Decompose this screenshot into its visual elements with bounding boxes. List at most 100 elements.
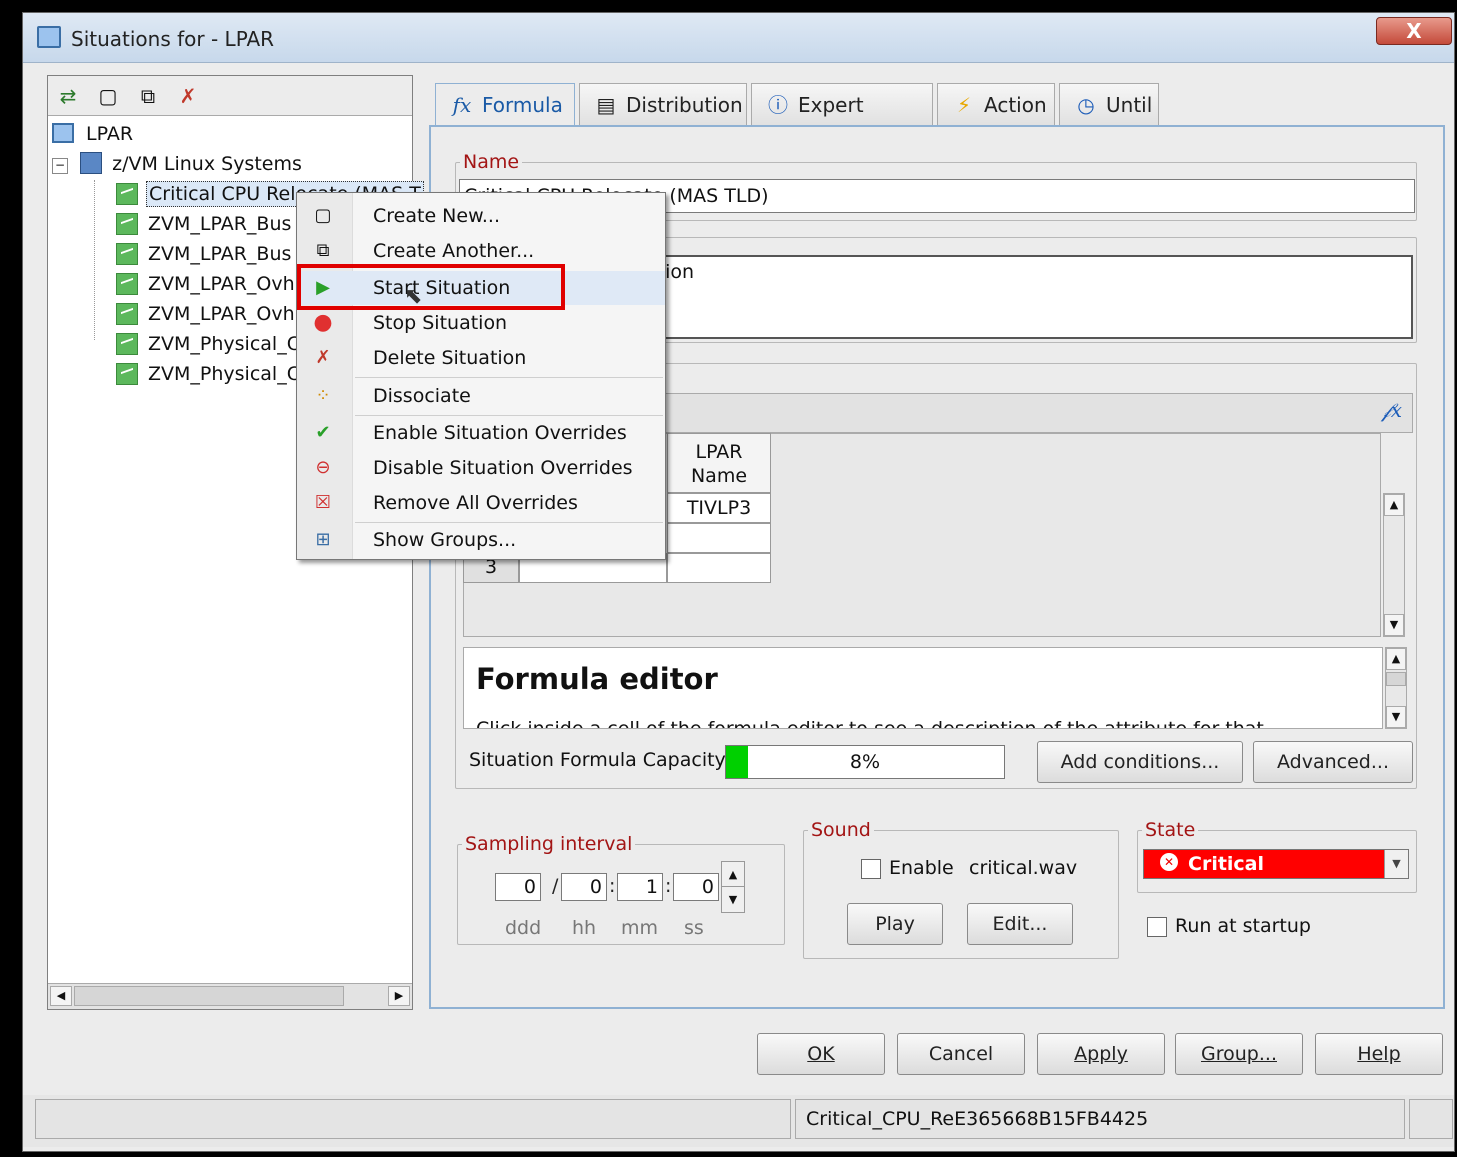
delete-icon: ✗ — [315, 347, 331, 368]
system-group-icon — [80, 152, 103, 174]
clock-icon: ◷ — [1077, 93, 1095, 117]
grid-cell[interactable] — [667, 523, 771, 553]
cancel-button[interactable]: Cancel — [897, 1033, 1025, 1075]
seconds-field[interactable]: 0 — [673, 873, 719, 901]
tree-item-label: ZVM_Physical_C — [148, 363, 300, 385]
fx-icon: fx — [452, 93, 472, 117]
advanced-button[interactable]: Advanced... — [1253, 741, 1413, 783]
chevron-down-icon[interactable]: ▼ — [1384, 850, 1408, 878]
menu-item-stop-situation[interactable]: ● Stop Situation — [297, 306, 665, 340]
run-at-startup-checkbox[interactable] — [1147, 917, 1167, 937]
migrate-icon[interactable]: ⇄ — [56, 84, 80, 108]
menu-item-create-another[interactable]: ⧉ Create Another... — [297, 234, 665, 268]
tab-label: Formula — [482, 93, 563, 117]
tree-line — [94, 180, 95, 340]
scroll-thumb[interactable] — [1386, 672, 1406, 686]
lightning-icon: ⚡ — [956, 93, 972, 117]
tree-item-label: ZVM_LPAR_Ovh — [148, 303, 295, 325]
monitor-icon — [37, 26, 61, 48]
grid-vertical-scrollbar[interactable]: ▲ ▼ — [1383, 493, 1405, 637]
menu-label: Create Another... — [373, 240, 535, 262]
highlight-box — [297, 264, 565, 310]
tree-item-label: ZVM_Physical_C — [148, 333, 300, 355]
menu-label: Enable Situation Overrides — [373, 422, 627, 444]
close-button[interactable]: X — [1376, 17, 1452, 45]
spin-up-icon[interactable]: ▲ — [722, 862, 744, 887]
menu-label: Delete Situation — [373, 347, 527, 369]
add-conditions-button[interactable]: Add conditions... — [1037, 741, 1243, 783]
distribution-icon: ▤ — [596, 93, 616, 117]
grid-column-header[interactable]: LPAR Name — [667, 433, 771, 493]
groups-icon: ⊞ — [315, 529, 331, 550]
play-button[interactable]: Play — [847, 903, 943, 945]
new-document-icon[interactable]: ▢ — [96, 84, 120, 108]
situations-window: Situations for - LPAR X ⇄ ▢ ⧉ ✗ LPAR − z… — [22, 12, 1455, 1152]
function-icon[interactable]: 𝒻x — [1382, 398, 1402, 422]
status-left — [35, 1099, 791, 1139]
apply-button[interactable]: Apply — [1037, 1033, 1165, 1075]
tab-label: Action — [984, 93, 1047, 117]
edit-button[interactable]: Edit... — [967, 903, 1073, 945]
separator: : — [609, 875, 616, 897]
menu-item-enable-overrides[interactable]: ✔ Enable Situation Overrides — [297, 416, 665, 450]
tab-formula[interactable]: fx Formula — [435, 83, 575, 129]
horizontal-scrollbar[interactable]: ◀ ▶ — [48, 983, 412, 1009]
formula-editor-hint: Click inside a cell of the formula edito… — [476, 718, 1264, 729]
menu-item-delete-situation[interactable]: ✗ Delete Situation — [297, 341, 665, 375]
tab-action[interactable]: ⚡ Action — [937, 83, 1055, 127]
dissociate-icon: ⁘ — [315, 385, 331, 406]
situation-icon — [116, 273, 138, 295]
state-legend: State — [1145, 819, 1196, 841]
tab-distribution[interactable]: ▤ Distribution — [579, 83, 747, 127]
menu-item-show-groups[interactable]: ⊞ Show Groups... — [297, 523, 665, 557]
scroll-right-icon[interactable]: ▶ — [388, 986, 410, 1006]
formula-editor-panel: Formula editor Click inside a cell of th… — [463, 647, 1383, 729]
group-button[interactable]: Group... — [1175, 1033, 1303, 1075]
status-right — [1409, 1099, 1453, 1139]
minutes-field[interactable]: 1 — [617, 873, 663, 901]
situation-icon — [116, 183, 138, 205]
name-legend: Name — [463, 151, 520, 173]
formula-editor-title: Formula editor — [476, 662, 718, 696]
days-field[interactable]: 0 — [495, 873, 541, 901]
tab-expert-advice[interactable]: ⓘExpert Advice — [751, 83, 933, 159]
spin-down-icon[interactable]: ▼ — [722, 888, 744, 912]
context-menu: ▢ Create New... ⧉ Create Another... ▶ Start… — [296, 192, 666, 560]
menu-item-create-new[interactable]: ▢ Create New... — [297, 199, 665, 233]
menu-label: Remove All Overrides — [373, 492, 578, 514]
scroll-up-icon[interactable]: ▲ — [1384, 494, 1404, 516]
remove-icon: ☒ — [314, 492, 332, 513]
tree-group[interactable]: − z/VM Linux Systems — [52, 150, 302, 178]
situation-icon — [116, 333, 138, 355]
scroll-down-icon[interactable]: ▼ — [1386, 706, 1406, 728]
grid-cell[interactable]: TIVLP3 — [667, 493, 771, 523]
tree-root[interactable]: LPAR — [52, 120, 133, 148]
capacity-label: Situation Formula Capacity — [469, 749, 726, 771]
menu-label: Disable Situation Overrides — [373, 457, 633, 479]
hours-field[interactable]: 0 — [561, 873, 607, 901]
status-situation-id: Critical_CPU_ReE365668B15FB4425 — [795, 1099, 1405, 1139]
grid-cell[interactable] — [667, 553, 771, 583]
tree-toolbar: ⇄ ▢ ⧉ ✗ — [48, 76, 412, 116]
tree-item-label: ZVM_LPAR_Ovh — [148, 273, 295, 295]
menu-label: Stop Situation — [373, 312, 508, 334]
menu-item-dissociate[interactable]: ⁘ Dissociate — [297, 379, 665, 413]
ok-button[interactable]: OK — [757, 1033, 885, 1075]
menu-item-remove-overrides[interactable]: ☒ Remove All Overrides — [297, 486, 665, 520]
monitor-icon — [52, 123, 74, 143]
scroll-thumb[interactable] — [74, 986, 344, 1006]
delete-icon[interactable]: ✗ — [176, 84, 200, 108]
mouse-cursor-icon: ⬉ — [404, 284, 423, 309]
interval-spinner[interactable]: ▲ ▼ — [721, 861, 745, 913]
scroll-down-icon[interactable]: ▼ — [1384, 614, 1404, 636]
editor-vertical-scrollbar[interactable]: ▲ ▼ — [1385, 647, 1407, 729]
menu-item-disable-overrides[interactable]: ⊖ Disable Situation Overrides — [297, 451, 665, 485]
tab-until[interactable]: ◷ Until — [1059, 83, 1159, 127]
collapse-icon[interactable]: − — [52, 158, 68, 174]
help-button[interactable]: Help — [1315, 1033, 1443, 1075]
scroll-up-icon[interactable]: ▲ — [1386, 648, 1406, 670]
copy-icon[interactable]: ⧉ — [136, 84, 160, 108]
scroll-left-icon[interactable]: ◀ — [50, 986, 72, 1006]
state-select[interactable]: ✕ Critical ▼ — [1143, 849, 1409, 879]
enable-sound-checkbox[interactable] — [861, 859, 881, 879]
